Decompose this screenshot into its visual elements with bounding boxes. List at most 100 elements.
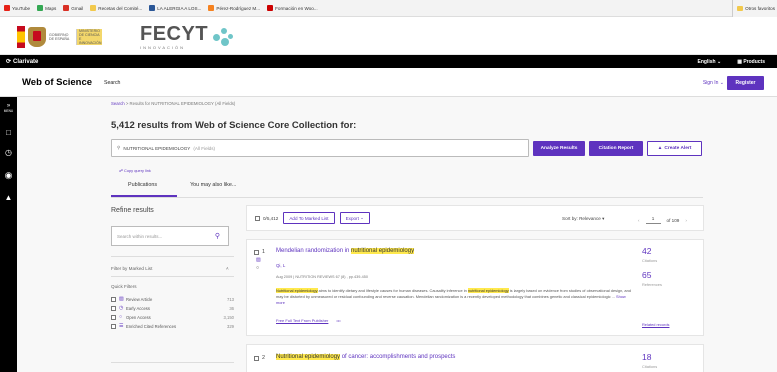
next-page-icon[interactable]: › bbox=[685, 218, 687, 223]
citations-label: Citations bbox=[642, 364, 658, 369]
pagination: ‹ 1 of 109 › bbox=[638, 216, 687, 224]
ministry-logo: GOBIERNO DE ESPAÑA MINISTERIO DE CIENCIA… bbox=[17, 23, 126, 51]
ministry-line-2: MINISTERIO DE CIENCIA E INNOVACIÓN bbox=[76, 28, 102, 46]
create-alert-button[interactable]: ▲ Create Alert bbox=[647, 141, 702, 156]
fecyt-logo: FECYT INNOVACIÓN bbox=[140, 22, 234, 52]
history-icon[interactable]: ◷ bbox=[0, 148, 17, 157]
register-button[interactable]: Register bbox=[727, 76, 764, 90]
page-input[interactable]: 1 bbox=[645, 216, 661, 224]
bookmark-icon bbox=[267, 5, 274, 11]
divider bbox=[111, 276, 234, 277]
related-records-link[interactable]: Related records bbox=[642, 322, 669, 327]
record-author[interactable]: Qi, L bbox=[276, 263, 285, 268]
checkbox[interactable] bbox=[111, 306, 116, 311]
bookmark-icon bbox=[149, 5, 156, 11]
select-all-checkbox[interactable] bbox=[255, 215, 260, 221]
query-box[interactable]: ⚲ NUTRITIONAL EPIDEMIOLOGY (All Fields) bbox=[111, 139, 529, 157]
record-title[interactable]: Mendelian randomization in nutritional e… bbox=[276, 248, 415, 254]
clock-icon: ◷ bbox=[119, 305, 124, 311]
other-bookmarks[interactable]: Otros favoritos bbox=[732, 0, 777, 17]
fecyt-subtitle: INNOVACIÓN bbox=[140, 45, 186, 50]
menu-button[interactable]: » MENU bbox=[0, 103, 17, 113]
clarivate-logo[interactable]: ⟳ Clarivate bbox=[6, 58, 38, 66]
more-options-icon[interactable]: ••• bbox=[336, 318, 340, 323]
tab-you-may-also-like[interactable]: You may also like... bbox=[190, 182, 236, 188]
analyze-results-button[interactable]: Analyze Results bbox=[533, 141, 585, 156]
breadcrumb-search[interactable]: Search bbox=[111, 101, 125, 106]
query-field: (All Fields) bbox=[193, 145, 216, 151]
fecyt-wordmark: FECYT bbox=[140, 23, 209, 45]
results-heading: 5,412 results from Web of Science Core C… bbox=[111, 120, 357, 131]
clarivate-bar: ⟳ Clarivate English ⌄ ▦ Products bbox=[0, 55, 777, 68]
chevron-up-icon: ˄ bbox=[226, 266, 229, 271]
record-title[interactable]: Nutritional epidemiology of cancer: acco… bbox=[276, 354, 455, 360]
citations-label: Citations bbox=[642, 258, 658, 263]
record-abstract: Nutritional epidemiology aims to identif… bbox=[276, 288, 631, 305]
citation-report-button[interactable]: Citation Report bbox=[589, 141, 643, 156]
divider bbox=[111, 256, 234, 257]
filter-review-article[interactable]: ▧ Review Article 713 bbox=[111, 297, 234, 302]
bookmark-icon bbox=[90, 5, 97, 11]
document-icon: ▧ bbox=[256, 257, 261, 263]
full-text-link[interactable]: Free Full Text From Publisher bbox=[276, 318, 328, 323]
bookmark-item[interactable]: Pérez-Rodríguez M... bbox=[208, 5, 260, 11]
lock-open-icon: ○ bbox=[256, 265, 260, 271]
folder-icon[interactable]: □ bbox=[0, 128, 17, 137]
breadcrumb: Search > Results for NUTRITIONAL EPIDEMI… bbox=[111, 101, 236, 106]
sign-in-link[interactable]: Sign In ⌄ bbox=[703, 80, 724, 86]
checkbox[interactable] bbox=[111, 297, 116, 302]
breadcrumb-current: Results for NUTRITIONAL EPIDEMIOLOGY (Al… bbox=[129, 101, 236, 106]
filter-open-access[interactable]: ○ Open Access 3,150 bbox=[111, 315, 234, 320]
clarivate-mark-icon: ⟳ bbox=[6, 59, 12, 65]
language-menu[interactable]: English ⌄ bbox=[698, 59, 722, 65]
record-number: 2 bbox=[254, 355, 265, 361]
refine-title: Refine results bbox=[111, 207, 154, 214]
alerts-icon[interactable]: ◉ bbox=[0, 170, 17, 181]
search-within-input[interactable]: Search within results... ⚲ bbox=[111, 226, 229, 246]
checkbox[interactable] bbox=[254, 249, 259, 255]
folder-icon bbox=[737, 6, 744, 11]
bell-icon: ▲ bbox=[657, 146, 663, 151]
search-icon[interactable]: ⚲ bbox=[215, 232, 220, 240]
fecyt-dots-icon bbox=[212, 26, 234, 48]
sort-dropdown[interactable]: Sort by: Relevance ▾ bbox=[562, 216, 604, 222]
bookmark-item[interactable]: Formación en Woo... bbox=[267, 5, 318, 11]
tab-publications[interactable]: Publications bbox=[128, 182, 157, 188]
citation-count[interactable]: 18 bbox=[642, 352, 651, 362]
references-label: References bbox=[642, 282, 662, 287]
filter-marked-list[interactable]: Filter by Marked List ˄ bbox=[111, 266, 234, 271]
selected-count: 0/5,412 bbox=[263, 215, 279, 221]
search-icon: ⚲ bbox=[117, 145, 121, 150]
left-sidebar: » MENU □ ◷ ◉ ▲ bbox=[0, 97, 17, 372]
export-button[interactable]: Export ⌄ bbox=[339, 212, 370, 224]
bookmark-item[interactable]: LA ALERGIA A LOS... bbox=[149, 5, 201, 11]
coat-of-arms-icon bbox=[28, 27, 46, 47]
grid-icon: ▦ bbox=[737, 58, 742, 65]
full-text-links: Free Full Text From Publisher ••• bbox=[276, 318, 341, 323]
checkbox[interactable] bbox=[254, 355, 259, 361]
bookmark-item[interactable]: Recetas del Comité... bbox=[90, 5, 142, 11]
enriched-icon: ☰ bbox=[119, 323, 124, 329]
reference-count[interactable]: 65 bbox=[642, 270, 651, 280]
search-link[interactable]: Search bbox=[104, 80, 120, 86]
tab-divider bbox=[111, 197, 703, 198]
bookmark-item[interactable]: YouTube bbox=[4, 5, 30, 11]
results-toolbar: 0/5,412 Add To Marked List Export ⌄ Sort… bbox=[246, 205, 704, 231]
copy-query-link[interactable]: ☍ Copy query link bbox=[119, 168, 151, 173]
filter-enriched-refs[interactable]: ☰ Enriched Cited References 329 bbox=[111, 324, 234, 329]
ministry-line: GOBIERNO DE ESPAÑA bbox=[49, 32, 70, 41]
citation-count[interactable]: 42 bbox=[642, 246, 651, 256]
divider bbox=[111, 362, 234, 363]
bookmark-item[interactable]: Gmail bbox=[63, 5, 83, 11]
link-icon: ☍ bbox=[119, 168, 123, 173]
add-to-marked-list-button[interactable]: Add To Marked List bbox=[283, 212, 335, 224]
bell-icon[interactable]: ▲ bbox=[0, 193, 17, 202]
bookmark-item[interactable]: Maps bbox=[37, 5, 56, 11]
wos-brand[interactable]: Web of Science bbox=[22, 77, 92, 88]
products-menu[interactable]: ▦ Products bbox=[737, 59, 765, 65]
checkbox[interactable] bbox=[111, 315, 116, 320]
tab-selected-indicator bbox=[111, 195, 177, 197]
checkbox[interactable] bbox=[111, 324, 116, 329]
prev-page-icon[interactable]: ‹ bbox=[638, 218, 640, 223]
filter-early-access[interactable]: ◷ Early Access 36 bbox=[111, 306, 234, 311]
